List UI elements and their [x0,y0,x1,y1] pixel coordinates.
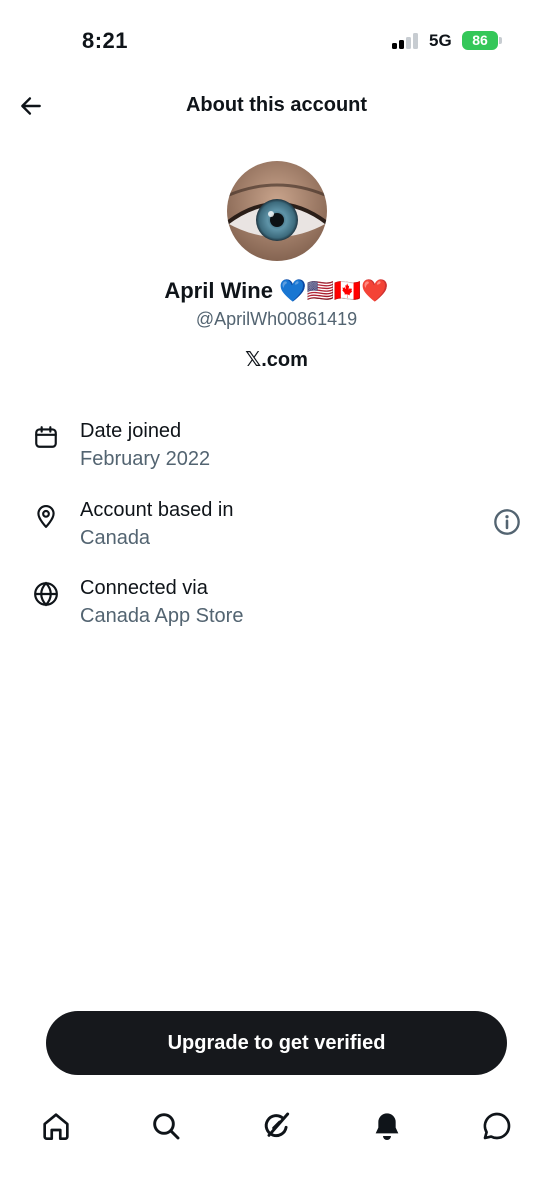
battery-icon: 86 [462,31,498,50]
status-bar: 8:21 5G 86 [0,0,553,80]
nav-grok[interactable] [261,1110,293,1142]
globe-icon [34,581,58,607]
platform-source: 𝕏.com [245,349,308,371]
info-row-account-based-in: Account based in Canada [0,497,553,561]
info-value: February 2022 [80,448,211,470]
info-row-date-joined: Date joined February 2022 [0,418,553,482]
info-label: Date joined [80,420,182,442]
info-label: Connected via [80,577,208,599]
nav-messages[interactable] [481,1110,513,1142]
messages-icon [483,1112,511,1140]
network-type: 5G [429,31,452,50]
info-label: Account based in [80,499,234,521]
grok-icon [264,1112,290,1138]
calendar-icon [35,426,57,448]
nav-search[interactable] [150,1110,182,1142]
info-value: Canada App Store [80,605,244,627]
battery-level: 86 [472,32,488,48]
signal-strength-icon [392,33,422,49]
page-title: About this account [185,94,368,116]
location-pin-icon [37,505,55,528]
bell-icon [375,1113,399,1140]
account-handle: @AprilWh00861419 [195,309,358,329]
search-icon [153,1113,180,1140]
battery-tip [499,37,502,44]
info-row-connected-via: Connected via Canada App Store [0,575,553,639]
nav-notifications[interactable] [371,1110,403,1142]
upgrade-verified-button[interactable]: Upgrade to get verified [46,1011,507,1075]
nav-home[interactable] [40,1110,72,1142]
avatar[interactable] [227,161,327,261]
home-icon [43,1113,69,1140]
info-value: Canada [80,527,151,549]
display-name: April Wine 💙🇺🇸🇨🇦❤️ [164,278,389,303]
status-time: 8:21 [82,28,129,53]
info-circle-icon[interactable] [493,508,521,536]
eye-photo-image [227,161,327,261]
about-account-screen: 8:21 5G 86 About this account April Wine… [0,0,553,1200]
